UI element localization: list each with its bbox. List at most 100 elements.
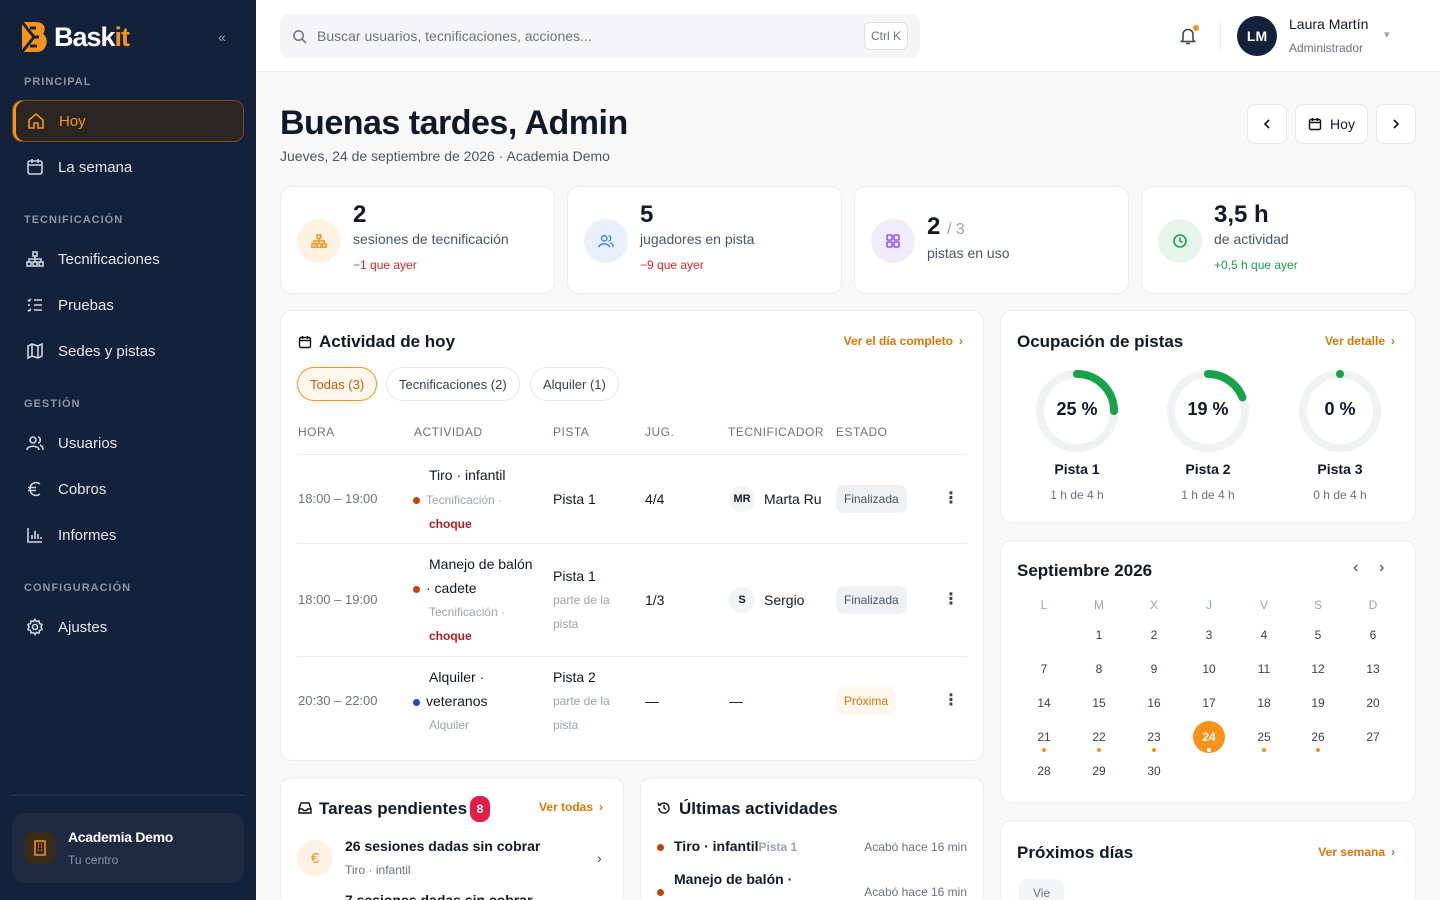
sidebar-item-cobros[interactable]: Cobros — [12, 468, 244, 510]
sidebar-item-usuarios[interactable]: Usuarios — [12, 422, 244, 464]
sidebar-item-ajustes[interactable]: Ajustes — [12, 606, 244, 648]
calendar-day[interactable]: 28 — [1029, 764, 1059, 778]
column-header[interactable]: HORA — [298, 425, 335, 439]
bar-chart-icon — [27, 528, 42, 543]
calendar-day[interactable]: 29 — [1084, 764, 1114, 778]
calendar-day[interactable]: 18 — [1249, 696, 1279, 710]
sidebar-item-pruebas[interactable]: Pruebas — [12, 284, 244, 326]
stat-label: pistas en uso — [927, 245, 1010, 261]
calendar-day[interactable]: 10 — [1194, 662, 1224, 676]
more-icon[interactable]: ⋮ — [943, 491, 959, 507]
type-dot — [413, 586, 420, 593]
type-dot — [657, 889, 664, 896]
calendar-day[interactable]: 23 — [1139, 730, 1169, 744]
column-header[interactable]: PISTA — [553, 425, 589, 439]
column-header[interactable]: ACTIVIDAD — [414, 425, 483, 439]
map-icon — [27, 342, 43, 360]
calendar-day[interactable]: 2 — [1139, 628, 1169, 642]
calendar-day[interactable]: 16 — [1139, 696, 1169, 710]
calendar-day[interactable]: 11 — [1249, 662, 1279, 676]
view-all-tasks-link[interactable]: Ver todas › — [539, 800, 603, 814]
calendar-day[interactable]: 20 — [1358, 696, 1388, 710]
view-week-link[interactable]: Ver semana › — [1318, 845, 1395, 859]
today-button[interactable]: Hoy — [1295, 104, 1368, 144]
sidebar-item-la-semana[interactable]: La semana — [12, 146, 244, 188]
filter-chip-alquiler[interactable]: Alquiler (1) — [530, 367, 619, 401]
column-header[interactable]: ESTADO — [836, 425, 887, 439]
stat-card-hours[interactable]: 3,5 h de actividad +0,5 h que ayer — [1141, 186, 1416, 294]
court-name: Pista 1 — [1054, 461, 1100, 477]
next-day-button[interactable] — [1376, 104, 1416, 144]
sidebar-item-label: Usuarios — [58, 434, 118, 452]
view-detail-link[interactable]: Ver detalle › — [1325, 334, 1395, 348]
brand-logo[interactable]: Baskit — [20, 20, 130, 54]
calendar-day[interactable]: 30 — [1139, 764, 1169, 778]
more-icon[interactable]: ⋮ — [943, 693, 959, 709]
calendar-day[interactable]: 9 — [1139, 662, 1169, 676]
avatar[interactable]: LM — [1237, 16, 1277, 56]
sidebar-item-tecnificaciones[interactable]: Tecnificaciones — [12, 238, 244, 280]
column-header[interactable]: TECNIFICADOR — [728, 425, 824, 439]
upcoming-day-chip[interactable]: Vie — [1019, 879, 1065, 900]
stat-card-sessions[interactable]: 2 sesiones de tecnificación −1 que ayer — [280, 186, 555, 294]
row-court: Pista 1 parte de la pista — [553, 564, 610, 636]
calendar-day[interactable]: 12 — [1303, 662, 1333, 676]
calendar-day[interactable]: 8 — [1084, 662, 1114, 676]
occupancy-panel: Ocupación de pistas Ver detalle › 25 % Pi… — [1000, 310, 1416, 523]
calendar-icon — [27, 159, 43, 175]
calendar-day[interactable]: 6 — [1358, 628, 1388, 642]
calendar-day[interactable]: 14 — [1029, 696, 1059, 710]
calendar-day[interactable]: 25 — [1249, 730, 1279, 744]
section-title-configuracion: CONFIGURACIÓN — [24, 582, 132, 594]
filter-chip-todas[interactable]: Todas (3) — [297, 367, 378, 401]
calendar-day[interactable]: 17 — [1194, 696, 1224, 710]
chevron-right-icon: › — [1391, 845, 1395, 859]
calendar-day[interactable]: 7 — [1029, 662, 1059, 676]
sidebar-item-sedes[interactable]: Sedes y pistas — [12, 330, 244, 372]
panel-title: Ocupación de pistas — [1017, 332, 1184, 351]
chevron-right-icon[interactable]: › — [1379, 559, 1384, 577]
search-box[interactable]: Ctrl K — [280, 14, 920, 58]
sidebar-item-label: Hoy — [59, 112, 86, 130]
sidebar-item-label: La semana — [58, 158, 133, 176]
calendar-day[interactable]: 1 — [1084, 628, 1114, 642]
task-title[interactable]: 7 sesiones dadas sin cobrar — [345, 892, 533, 900]
chevron-right-icon — [1393, 119, 1400, 129]
prev-day-button[interactable] — [1247, 104, 1287, 144]
calendar-day[interactable]: 22 — [1084, 730, 1114, 744]
view-full-day-link[interactable]: Ver el día completo › — [844, 334, 963, 348]
stat-value: 5 — [640, 201, 654, 228]
calendar-day[interactable]: 3 — [1194, 628, 1224, 642]
occupancy-pct: 0 % — [1324, 399, 1356, 419]
weekday-label: J — [1206, 598, 1212, 612]
chevron-right-icon: › — [959, 334, 963, 348]
more-icon[interactable]: ⋮ — [943, 592, 959, 608]
type-dot — [413, 497, 420, 504]
row-activity: Tiro · infantil Tecnificación · choque — [413, 463, 506, 536]
calendar-day[interactable]: 4 — [1249, 628, 1279, 642]
collapse-sidebar-icon[interactable]: « — [214, 29, 230, 45]
grid-icon — [871, 219, 915, 263]
sidebar-item-informes[interactable]: Informes — [12, 514, 244, 556]
calendar-day[interactable]: 19 — [1303, 696, 1333, 710]
filter-chip-tecnificaciones[interactable]: Tecnificaciones (2) — [386, 367, 520, 401]
calendar-day[interactable]: 27 — [1358, 730, 1388, 744]
calendar-day[interactable]: 5 — [1303, 628, 1333, 642]
calendar-day[interactable]: 21 — [1029, 730, 1059, 744]
calendar-day[interactable]: 15 — [1084, 696, 1114, 710]
event-dot — [1207, 748, 1211, 752]
chevron-down-icon[interactable]: ▾ — [1384, 28, 1390, 41]
user-name[interactable]: Laura Martín — [1289, 16, 1368, 32]
sidebar: Baskit « PRINCIPAL Hoy La semana TECNIFI… — [0, 0, 256, 900]
stat-card-courts[interactable]: 2 / 3 pistas en uso — [854, 186, 1129, 294]
search-input[interactable] — [317, 28, 837, 44]
column-header[interactable]: JUG. — [645, 425, 674, 439]
stat-card-players[interactable]: 5 jugadores en pista −9 que ayer — [567, 186, 842, 294]
center-switcher[interactable]: Academia Demo Tu centro — [12, 813, 244, 883]
calendar-day[interactable]: 13 — [1358, 662, 1388, 676]
calendar-day[interactable]: 26 — [1303, 730, 1333, 744]
stat-value: 2 — [353, 201, 367, 228]
avatar: S — [729, 587, 755, 613]
chevron-left-icon[interactable]: ‹ — [1353, 559, 1358, 577]
sidebar-item-hoy[interactable]: Hoy — [12, 100, 244, 142]
